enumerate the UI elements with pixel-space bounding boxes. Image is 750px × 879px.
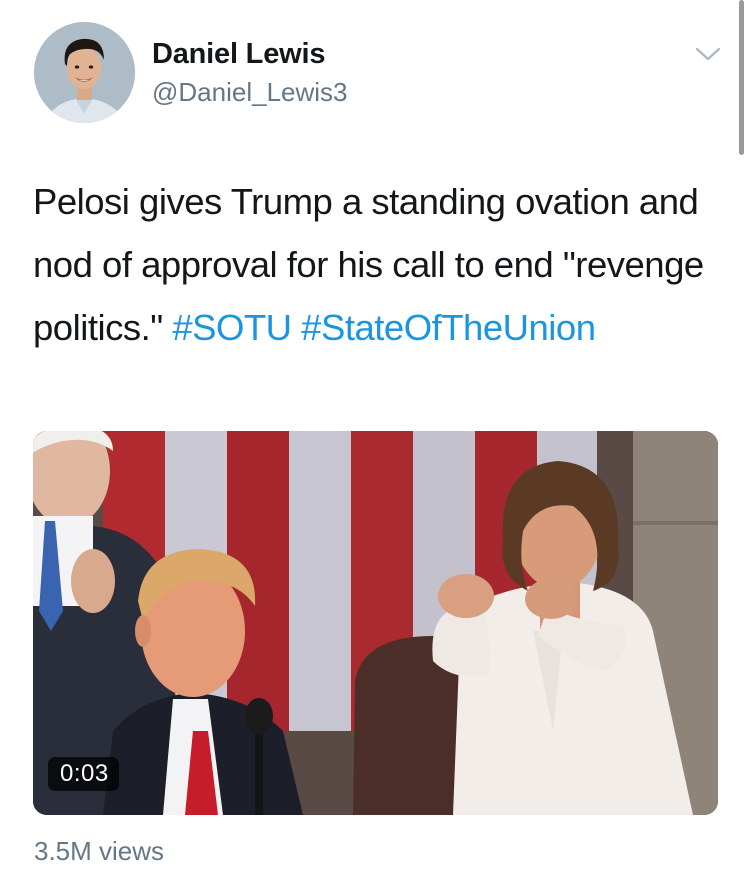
scrollbar[interactable]: [739, 0, 744, 155]
hashtag-link[interactable]: #SOTU: [172, 307, 292, 348]
tweet-text-segment: [292, 307, 302, 348]
author-avatar[interactable]: [34, 22, 135, 123]
video-thumbnail: [33, 431, 718, 815]
avatar-photo: [34, 22, 135, 123]
author-handle[interactable]: @Daniel_Lewis3: [152, 77, 348, 108]
author-display-name[interactable]: Daniel Lewis: [152, 38, 325, 71]
view-count: 3.5M views: [34, 836, 165, 866]
chevron-down-icon[interactable]: [694, 44, 722, 64]
hashtag-link[interactable]: #StateOfTheUnion: [301, 307, 596, 348]
video-timestamp: 0:03: [48, 757, 119, 791]
video-player[interactable]: 0:03: [33, 431, 718, 815]
tweet-text: Pelosi gives Trump a standing ovation an…: [33, 170, 723, 359]
